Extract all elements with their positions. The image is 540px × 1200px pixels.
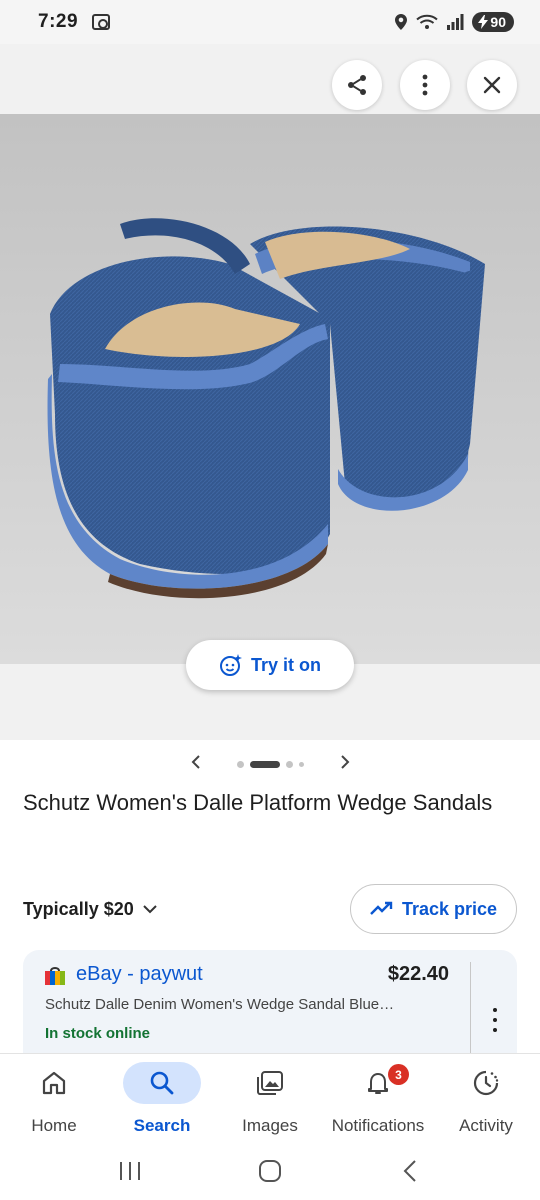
- try-it-on-button[interactable]: Try it on: [186, 640, 354, 690]
- nav-label: Images: [242, 1116, 298, 1135]
- battery-level: 90: [490, 14, 506, 30]
- back-system-button[interactable]: [390, 1151, 430, 1191]
- nav-label: Activity: [459, 1116, 513, 1135]
- track-price-label: Track price: [401, 898, 498, 919]
- status-bar: 7:29 90: [0, 0, 540, 44]
- home-system-button[interactable]: [250, 1151, 290, 1191]
- offer-more-button[interactable]: [487, 1008, 503, 1032]
- home-pill-icon: [259, 1159, 281, 1182]
- denim-wedge-sandals-image: [0, 114, 540, 664]
- screen: 7:29 90 Try it on Schutz Women's Dalle P…: [0, 0, 540, 1200]
- nav-icon-container: [15, 1062, 93, 1104]
- nav-activity[interactable]: Activity: [432, 1054, 540, 1141]
- images-icon: [257, 1071, 283, 1095]
- home-icon: [42, 1071, 66, 1095]
- search-icon: [150, 1071, 174, 1095]
- chevron-left-icon: [191, 754, 200, 769]
- more-vert-dot: [493, 1018, 497, 1022]
- nav-label: Home: [31, 1116, 77, 1135]
- chevron-right-icon: [340, 754, 349, 769]
- offer-description: Schutz Dalle Denim Women's Wedge Sandal …: [45, 996, 395, 1013]
- back-icon: [403, 1159, 416, 1182]
- pager-dot-active[interactable]: [249, 760, 280, 768]
- nav-icon-container: [447, 1062, 525, 1104]
- more-vert-dot: [493, 1008, 497, 1012]
- share-icon: [348, 75, 366, 95]
- recents-icon: [120, 1161, 140, 1180]
- screenshot-icon: [92, 14, 111, 30]
- more-vert-dot: [493, 1028, 497, 1032]
- price-row: Typically $20 Track price: [23, 884, 517, 934]
- divider: [470, 962, 471, 1057]
- nav-icon-container: [231, 1062, 309, 1104]
- image-pager: [0, 752, 540, 776]
- try-it-on-label: Try it on: [250, 654, 321, 675]
- product-image[interactable]: [0, 114, 540, 664]
- try-on-face-icon: [219, 654, 242, 676]
- status-time: 7:29: [38, 11, 79, 32]
- recent-apps-button[interactable]: [110, 1151, 150, 1191]
- trending-icon: [370, 901, 393, 915]
- battery-indicator: 90: [472, 12, 514, 32]
- bottom-navigation: Home Search Images 3 Notifications Activ…: [0, 1053, 540, 1141]
- nav-label: Notifications: [331, 1116, 425, 1135]
- nav-label: Search: [133, 1116, 191, 1135]
- close-button[interactable]: [467, 60, 517, 110]
- nav-search[interactable]: Search: [108, 1054, 216, 1141]
- ebay-shopping-bag-icon: [45, 967, 65, 985]
- nav-images[interactable]: Images: [216, 1054, 324, 1141]
- offer-card[interactable]: eBay - paywut $22.40 Schutz Dalle Denim …: [23, 950, 517, 1070]
- location-icon: [395, 14, 408, 30]
- nav-notifications[interactable]: 3 Notifications: [324, 1054, 432, 1141]
- pager-dot[interactable]: [298, 761, 304, 767]
- typical-price-label: Typically $20: [23, 898, 134, 919]
- activity-icon: [473, 1070, 499, 1096]
- track-price-button[interactable]: Track price: [350, 884, 517, 934]
- status-icons: 90: [394, 12, 514, 32]
- pager-dot[interactable]: [236, 760, 244, 768]
- notification-badge: 3: [388, 1064, 409, 1085]
- wifi-icon: [416, 14, 439, 29]
- image-viewer-header: [0, 44, 540, 114]
- nav-icon-container: [123, 1062, 201, 1104]
- pager-dots: [236, 760, 304, 768]
- next-image-button[interactable]: [330, 753, 360, 776]
- nav-home[interactable]: Home: [0, 1054, 108, 1141]
- stock-status: In stock online: [45, 1025, 151, 1042]
- system-navigation-bar: [0, 1141, 540, 1200]
- pager-dot[interactable]: [285, 760, 293, 768]
- close-icon: [483, 76, 501, 94]
- chevron-down-icon: [143, 905, 157, 914]
- seller-link[interactable]: eBay - paywut: [76, 963, 203, 986]
- previous-image-button[interactable]: [181, 753, 211, 776]
- typical-price-dropdown[interactable]: Typically $20: [23, 899, 158, 920]
- more-vert-icon: [422, 74, 428, 96]
- product-title: Schutz Women's Dalle Platform Wedge Sand…: [23, 790, 493, 815]
- more-options-button[interactable]: [400, 60, 450, 110]
- battery-charging-icon: [478, 15, 489, 29]
- signal-icon: [447, 14, 464, 30]
- offer-price: $22.40: [387, 963, 449, 985]
- share-button[interactable]: [332, 60, 382, 110]
